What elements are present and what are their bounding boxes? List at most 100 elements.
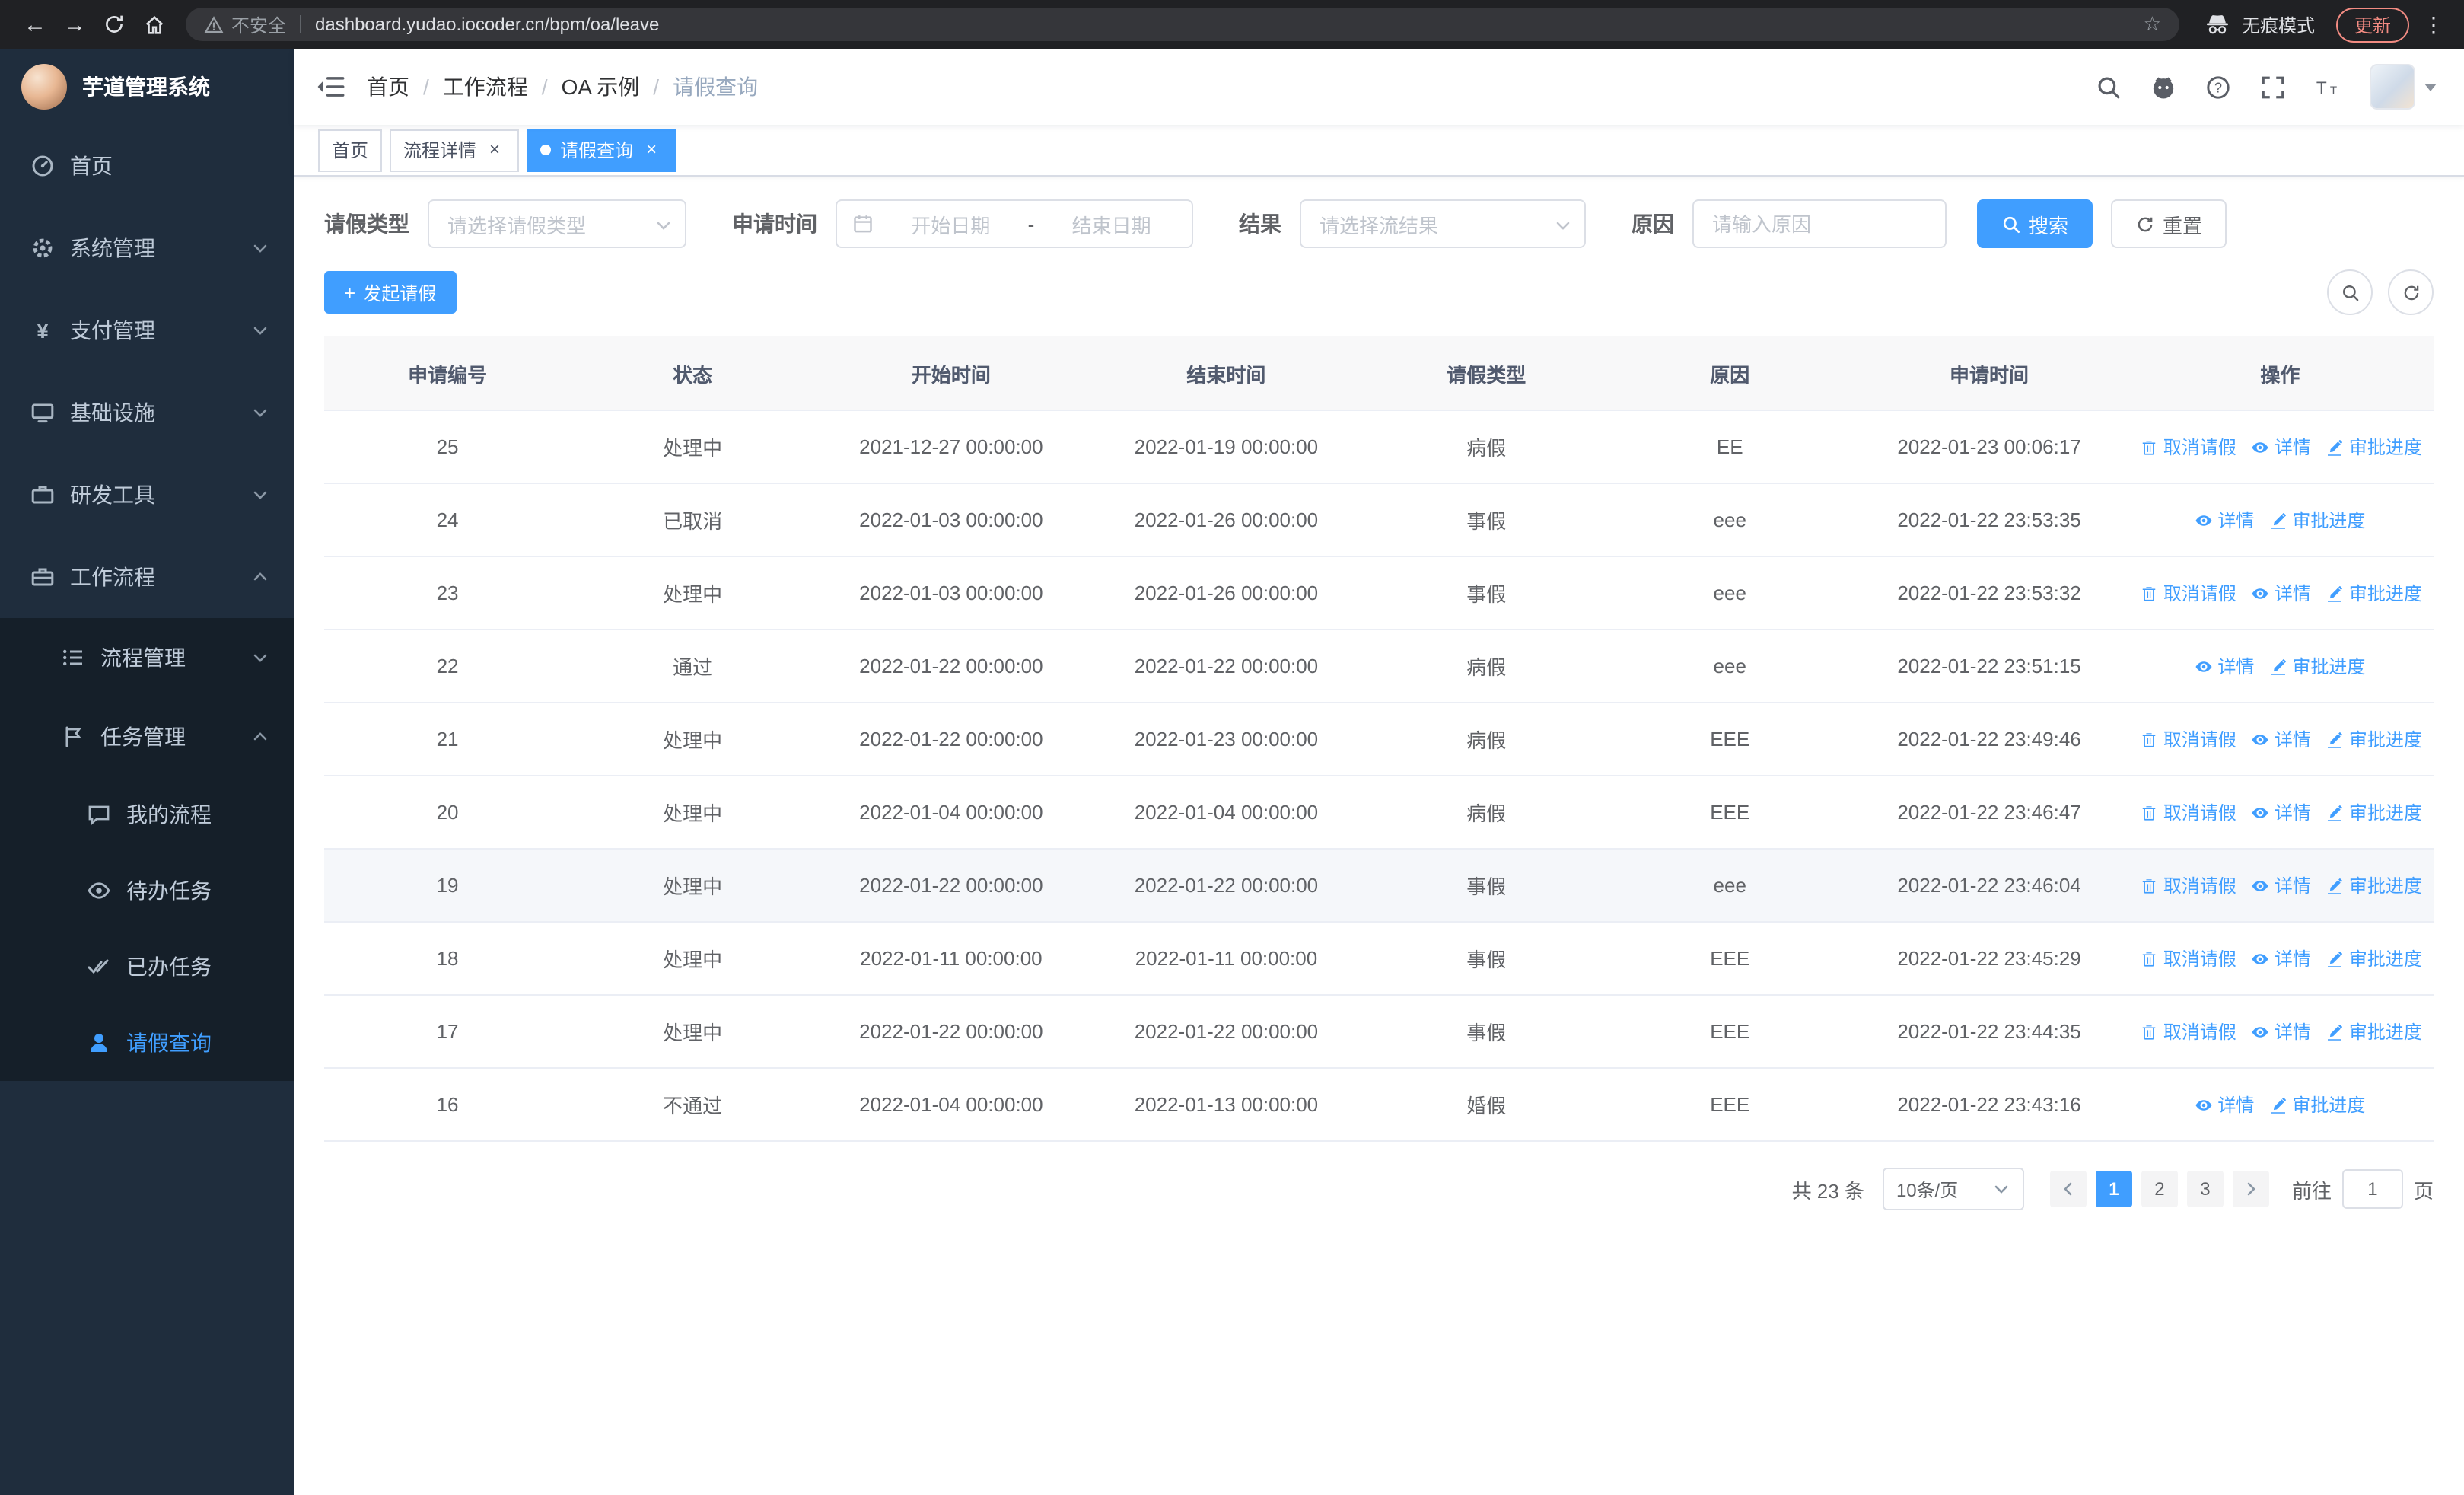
leave-type-select[interactable]: 请选择请假类型 <box>428 199 686 248</box>
sidebar-item-todo-tasks[interactable]: 待办任务 <box>0 853 294 929</box>
sidebar-item-leave-query[interactable]: 请假查询 <box>0 1005 294 1081</box>
goto-page-input[interactable] <box>2341 1169 2403 1209</box>
sidebar-logo[interactable]: 芋道管理系统 <box>0 49 294 125</box>
sidebar-item-done-tasks[interactable]: 已办任务 <box>0 929 294 1005</box>
fullscreen-icon[interactable] <box>2260 74 2286 100</box>
top-navbar: 首页 / 工作流程 / OA 示例 / 请假查询 ? TT <box>294 49 2464 125</box>
breadcrumb-workflow[interactable]: 工作流程 <box>443 72 528 102</box>
next-page-button[interactable] <box>2232 1171 2269 1207</box>
chevron-right-icon <box>2247 1182 2255 1196</box>
sidebar-item-infra[interactable]: 基础设施 <box>0 371 294 454</box>
logo-avatar <box>21 64 67 110</box>
delete-icon <box>2143 952 2157 966</box>
detail-link[interactable]: 详情 <box>2252 726 2311 752</box>
sidebar-item-task-mgmt[interactable]: 任务管理 <box>0 697 294 776</box>
reset-button[interactable]: 重置 <box>2111 199 2227 248</box>
tab-label: 流程详情 <box>403 140 477 161</box>
cell-apply-time: 2022-01-22 23:51:15 <box>1851 630 2127 703</box>
search-icon[interactable] <box>2096 74 2122 100</box>
fold-sidebar-icon[interactable] <box>315 72 345 102</box>
cancel-leave-link[interactable]: 取消请假 <box>2141 945 2236 971</box>
cell-status: 处理中 <box>571 776 815 850</box>
cancel-leave-link[interactable]: 取消请假 <box>2141 434 2236 460</box>
cancel-leave-link[interactable]: 取消请假 <box>2141 799 2236 825</box>
approval-progress-link[interactable]: 审批进度 <box>2326 434 2422 460</box>
sidebar-item-process-mgmt[interactable]: 流程管理 <box>0 618 294 697</box>
sidebar-item-system[interactable]: 系统管理 <box>0 207 294 289</box>
search-button[interactable]: 搜索 <box>1977 199 2093 248</box>
page-button-1[interactable]: 1 <box>2095 1171 2132 1207</box>
flag-icon <box>65 726 81 748</box>
user-menu[interactable] <box>2370 64 2437 110</box>
page-button-2[interactable]: 2 <box>2141 1171 2178 1207</box>
cancel-leave-link[interactable]: 取消请假 <box>2141 726 2236 752</box>
approval-progress-link[interactable]: 审批进度 <box>2326 872 2422 898</box>
bookmark-star-icon[interactable]: ☆ <box>2144 12 2161 37</box>
address-bar[interactable]: 不安全 dashboard.yudao.iocoder.cn/bpm/oa/le… <box>186 8 2179 41</box>
refresh-table-button[interactable] <box>2388 269 2434 315</box>
detail-link[interactable]: 详情 <box>2252 434 2311 460</box>
cell-actions: 取消请假 详情 审批进度 <box>2126 410 2434 484</box>
close-icon[interactable]: × <box>484 139 505 161</box>
toggle-search-button[interactable] <box>2327 269 2373 315</box>
browser-menu-button[interactable]: ⋮ <box>2418 11 2449 37</box>
cell-id: 16 <box>324 1068 571 1142</box>
cell-id: 18 <box>324 922 571 996</box>
detail-link[interactable]: 详情 <box>2252 580 2311 606</box>
col-id: 申请编号 <box>324 336 571 411</box>
warning-icon <box>204 15 224 32</box>
sidebar-item-home[interactable]: 首页 <box>0 125 294 207</box>
approval-progress-link[interactable]: 审批进度 <box>2326 1018 2422 1044</box>
page-size-select[interactable]: 10条/页 <box>1882 1168 2024 1210</box>
back-button[interactable]: ← <box>15 5 55 44</box>
approval-progress-link[interactable]: 审批进度 <box>2326 726 2422 752</box>
forward-button[interactable]: → <box>55 5 94 44</box>
prev-page-button[interactable] <box>2049 1171 2087 1207</box>
approval-progress-link[interactable]: 审批进度 <box>2269 507 2365 533</box>
sidebar-item-label: 待办任务 <box>126 878 212 903</box>
github-icon[interactable] <box>2150 74 2176 100</box>
approval-progress-link[interactable]: 审批进度 <box>2269 653 2365 679</box>
breadcrumb-home[interactable]: 首页 <box>367 72 409 102</box>
detail-link[interactable]: 详情 <box>2252 872 2311 898</box>
detail-link[interactable]: 详情 <box>2252 945 2311 971</box>
sidebar-item-payment[interactable]: ¥ 支付管理 <box>0 289 294 371</box>
detail-link[interactable]: 详情 <box>2195 1092 2254 1117</box>
approval-progress-link[interactable]: 审批进度 <box>2269 1092 2365 1117</box>
detail-link[interactable]: 详情 <box>2252 1018 2311 1044</box>
cell-id: 23 <box>324 556 571 630</box>
browser-update-button[interactable]: 更新 <box>2335 7 2409 42</box>
help-icon[interactable]: ? <box>2205 74 2231 100</box>
sidebar-item-devtools[interactable]: 研发工具 <box>0 454 294 536</box>
approval-progress-link[interactable]: 审批进度 <box>2326 580 2422 606</box>
page-button-3[interactable]: 3 <box>2186 1171 2224 1207</box>
approval-progress-link[interactable]: 审批进度 <box>2326 799 2422 825</box>
approval-progress-link[interactable]: 审批进度 <box>2326 945 2422 971</box>
cell-id: 25 <box>324 410 571 484</box>
detail-link[interactable]: 详情 <box>2252 799 2311 825</box>
cancel-leave-link[interactable]: 取消请假 <box>2141 872 2236 898</box>
result-select[interactable]: 请选择流结果 <box>1300 199 1586 248</box>
home-button[interactable] <box>134 5 173 44</box>
apply-time-range-picker[interactable]: 开始日期 - 结束日期 <box>836 199 1193 248</box>
reload-button[interactable] <box>94 5 134 44</box>
tab-process-detail[interactable]: 流程详情 × <box>390 129 520 171</box>
tab-leave-query[interactable]: 请假查询 × <box>527 129 676 171</box>
font-size-icon[interactable]: TT <box>2315 74 2341 100</box>
cell-leave-type: 婚假 <box>1364 1068 1609 1142</box>
filter-form: 请假类型 请选择请假类型 申请时间 开始日期 - 结束日期 结果 请选择流结果 … <box>324 199 2434 248</box>
close-icon[interactable]: × <box>641 139 662 161</box>
cancel-leave-link[interactable]: 取消请假 <box>2141 580 2236 606</box>
breadcrumb-oa-example[interactable]: OA 示例 <box>562 72 640 102</box>
tab-home[interactable]: 首页 <box>318 129 383 171</box>
detail-link[interactable]: 详情 <box>2195 653 2254 679</box>
sidebar-item-my-processes[interactable]: 我的流程 <box>0 776 294 853</box>
cancel-leave-link[interactable]: 取消请假 <box>2141 1018 2236 1044</box>
detail-link[interactable]: 详情 <box>2195 507 2254 533</box>
breadcrumb-current: 请假查询 <box>673 75 759 99</box>
sidebar-item-workflow[interactable]: 工作流程 <box>0 536 294 618</box>
reason-input[interactable] <box>1692 199 1947 248</box>
sidebar-item-label: 支付管理 <box>70 318 155 343</box>
security-chip[interactable]: 不安全 <box>204 11 286 37</box>
create-leave-button[interactable]: + 发起请假 <box>324 271 457 314</box>
